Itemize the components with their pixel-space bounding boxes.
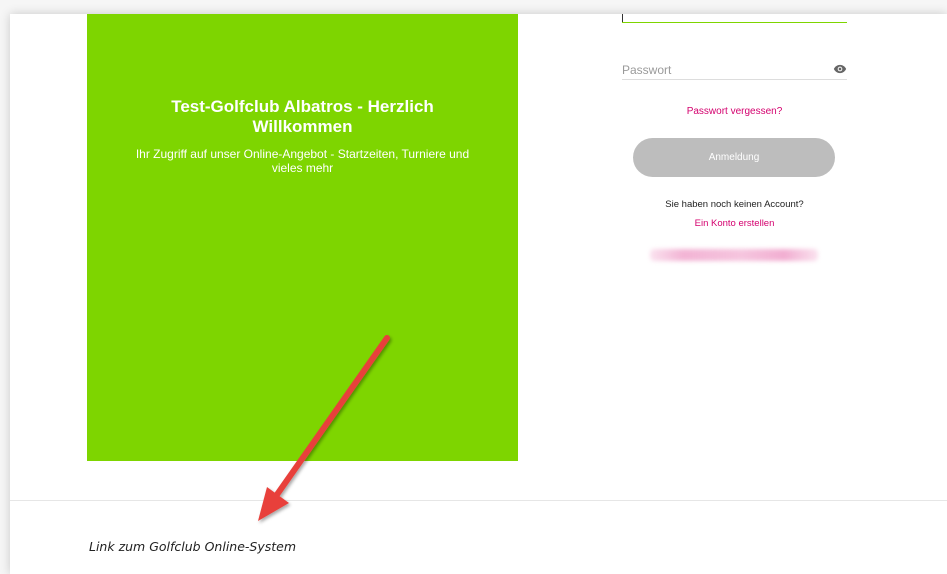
username-field[interactable] — [622, 14, 847, 23]
no-account-text: Sie haben noch keinen Account? — [665, 199, 804, 210]
login-button[interactable]: Anmeldung — [633, 138, 835, 177]
welcome-subtitle: Ihr Zugriff auf unser Online-Angebot - S… — [135, 147, 470, 175]
golfclub-online-system-link[interactable]: Link zum Golfclub Online-System — [89, 539, 296, 554]
eye-icon[interactable] — [833, 62, 847, 76]
text-cursor — [622, 14, 623, 22]
create-account-link[interactable]: Ein Konto erstellen — [622, 218, 847, 229]
welcome-title: Test-Golfclub Albatros - Herzlich Willko… — [171, 97, 434, 136]
forgot-password-link[interactable]: Passwort vergessen? — [622, 106, 847, 117]
password-field — [622, 61, 847, 80]
password-input[interactable] — [622, 62, 822, 78]
blurred-redacted-link — [650, 249, 818, 261]
welcome-banner: Test-Golfclub Albatros - Herzlich Willko… — [87, 14, 518, 461]
section-divider — [10, 500, 947, 501]
